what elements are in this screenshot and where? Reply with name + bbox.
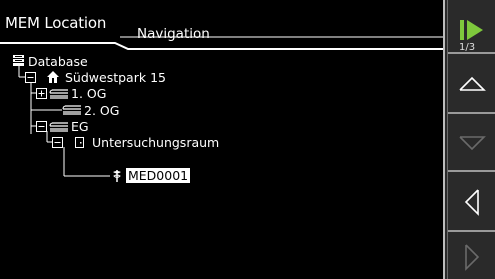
- main-panel: MEM Location Navigation Database Südwest…: [0, 0, 443, 279]
- up-button[interactable]: [448, 56, 495, 114]
- right-button[interactable]: [448, 234, 495, 279]
- tree-node-floor-2[interactable]: 2. OG: [84, 103, 119, 118]
- left-arrow-icon: [464, 189, 479, 216]
- softkey-divider: [443, 0, 445, 279]
- database-icon: [13, 55, 24, 66]
- next-page-icon: [459, 20, 483, 40]
- building-icon: [47, 71, 59, 83]
- tree-node-floor-1[interactable]: 1. OG: [71, 86, 106, 101]
- next-page-button[interactable]: 1/3: [448, 0, 495, 54]
- down-button[interactable]: [448, 116, 495, 172]
- floor-icon: [62, 105, 81, 115]
- down-arrow-icon: [458, 136, 486, 151]
- collapse-icon[interactable]: [52, 137, 63, 148]
- tree-node-floor-eg[interactable]: EG: [71, 119, 89, 134]
- tree-node-room[interactable]: Untersuchungsraum: [92, 135, 219, 150]
- floor-icon: [49, 89, 68, 99]
- tree-node-device-selected[interactable]: MED0001: [126, 168, 191, 183]
- location-tree: Database Südwestpark 15 1. OG 2. OG EG U…: [0, 52, 443, 252]
- left-button[interactable]: [448, 174, 495, 232]
- medical-device-icon: [113, 170, 121, 182]
- softkey-bar: 1/3: [443, 0, 495, 279]
- tree-node-site[interactable]: Südwestpark 15: [65, 70, 166, 85]
- room-door-icon: [75, 137, 84, 148]
- expand-icon[interactable]: [36, 88, 47, 99]
- collapse-icon[interactable]: [36, 121, 47, 132]
- collapse-icon[interactable]: [25, 72, 36, 83]
- up-arrow-icon: [458, 76, 486, 91]
- tree-node-database[interactable]: Database: [28, 54, 88, 69]
- right-arrow-icon: [464, 243, 479, 271]
- floor-icon: [49, 122, 68, 132]
- page-title: MEM Location: [5, 14, 107, 32]
- tab-navigation[interactable]: Navigation: [137, 26, 210, 42]
